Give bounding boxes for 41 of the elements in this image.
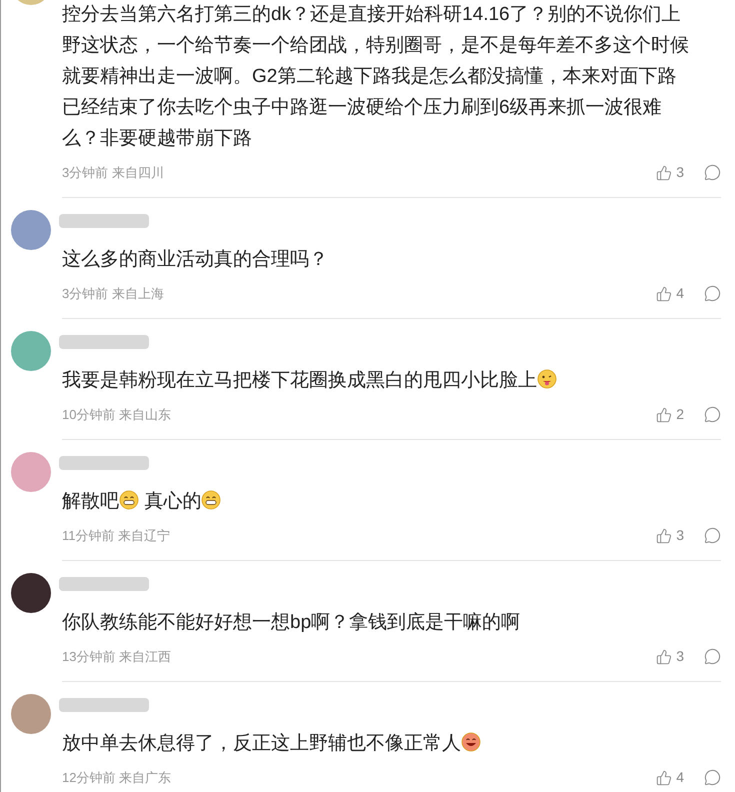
comment-text: 你队教练能不能好好想一想bp啊？拿钱到底是干嘛的啊	[62, 611, 522, 635]
like-button[interactable]: 4	[656, 283, 684, 304]
thumbs-up-icon	[656, 528, 672, 544]
like-button[interactable]: 3	[656, 646, 684, 667]
comment-text: 解散吧 真心的	[62, 486, 694, 517]
thumbs-up-icon	[656, 286, 672, 302]
comment-meta: 10分钟前 来自山东	[62, 406, 172, 424]
comment-text: 放中单去休息得了，反正这上野辅也不像正常人	[62, 728, 694, 759]
reply-button[interactable]	[704, 406, 721, 423]
thumbs-up-icon	[656, 164, 672, 180]
like-button[interactable]: 3	[656, 162, 684, 183]
thumbs-up-icon	[656, 770, 672, 786]
comment-meta: 11分钟前 来自辽宁	[62, 526, 170, 545]
speech-bubble-icon	[704, 769, 721, 786]
comment-meta: 13分钟前 来自江西	[62, 648, 172, 666]
avatar[interactable]	[11, 573, 51, 613]
emoji-icon	[537, 369, 557, 389]
like-button[interactable]: 4	[656, 767, 684, 788]
emoji-icon	[201, 490, 222, 510]
reply-button[interactable]	[704, 527, 721, 544]
emoji-icon	[119, 490, 139, 510]
comment-text: 我要是韩粉现在立马把楼下花圈换成黑白的甩四小比脸上	[62, 365, 694, 396]
thumbs-up-icon	[656, 648, 672, 664]
speech-bubble-icon	[704, 406, 721, 423]
emoji-icon	[461, 732, 481, 752]
reply-button[interactable]	[704, 285, 721, 302]
reply-button[interactable]	[704, 648, 721, 665]
comment-text: 这么多的商业活动真的合理吗？	[62, 248, 329, 272]
speech-bubble-icon	[704, 285, 721, 302]
speech-bubble-icon	[704, 164, 721, 181]
like-button[interactable]: 2	[656, 404, 684, 425]
reply-button[interactable]	[704, 164, 721, 181]
comment-meta: 3分钟前 来自四川	[62, 164, 164, 182]
reply-button[interactable]	[704, 769, 721, 786]
comment-meta: 3分钟前 来自上海	[62, 284, 164, 303]
speech-bubble-icon	[704, 648, 721, 665]
comment-meta: 12分钟前 来自广东	[62, 768, 172, 787]
speech-bubble-icon	[704, 527, 721, 544]
thumbs-up-icon	[656, 406, 672, 422]
like-button[interactable]: 3	[656, 525, 684, 546]
comment-text: 控分去当第六名打第三的dk？还是直接开始科研14.16了？别的不说你们上野这状态，一个给节奏一个给团战，特别圈哥，是不是每年差不多这个时候就要精神出走一波啊。G2第二轮越下路我是怎么都没搞懂，本来对面下路已经结束了你去吃个虫子中路逛一波硬给个压力刷到6级再来抓一波很难么？非要硬越带崩下路	[62, 3, 690, 151]
